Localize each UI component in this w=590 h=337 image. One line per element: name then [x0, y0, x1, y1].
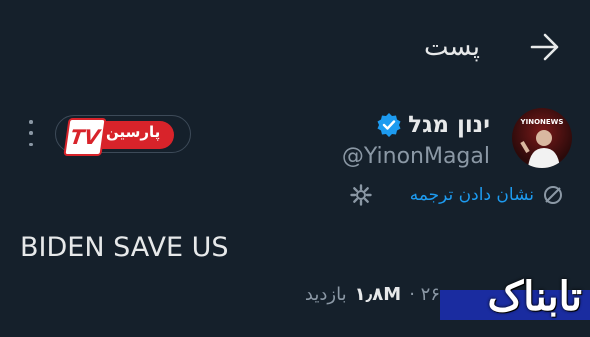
- tweet-text: BIDEN SAVE US: [20, 232, 229, 263]
- tweet-meta: ۲۶ · ۱٫۸M بازدید: [305, 284, 440, 305]
- channel-badge: TV پارسین: [55, 115, 191, 156]
- user-handle[interactable]: @YinonMagal: [342, 144, 490, 169]
- watermark-text: تابناک: [487, 273, 582, 320]
- verified-badge-icon: [375, 111, 403, 139]
- translate-icon: [544, 186, 562, 204]
- date-fragment: ۲۶ ·: [409, 284, 440, 305]
- top-bar: پست: [0, 0, 590, 96]
- translate-link[interactable]: نشان دادن ترجمه: [410, 184, 564, 206]
- watermark: تابناک: [440, 273, 590, 337]
- page-title: پست: [424, 32, 480, 62]
- gear-icon[interactable]: [350, 184, 372, 206]
- avatar-person-icon: [520, 130, 560, 168]
- channel-logo: TV: [63, 118, 107, 156]
- views-label: بازدید: [304, 284, 347, 305]
- more-options-icon[interactable]: [25, 120, 37, 146]
- back-arrow-icon[interactable]: [528, 30, 562, 64]
- translate-label[interactable]: نشان دادن ترجمه: [410, 185, 534, 205]
- channel-name: پارسین: [106, 123, 161, 141]
- display-name[interactable]: ינון מגל: [408, 112, 490, 138]
- views-count: ۱٫۸M: [354, 284, 402, 305]
- avatar[interactable]: YINONEWS: [512, 108, 572, 168]
